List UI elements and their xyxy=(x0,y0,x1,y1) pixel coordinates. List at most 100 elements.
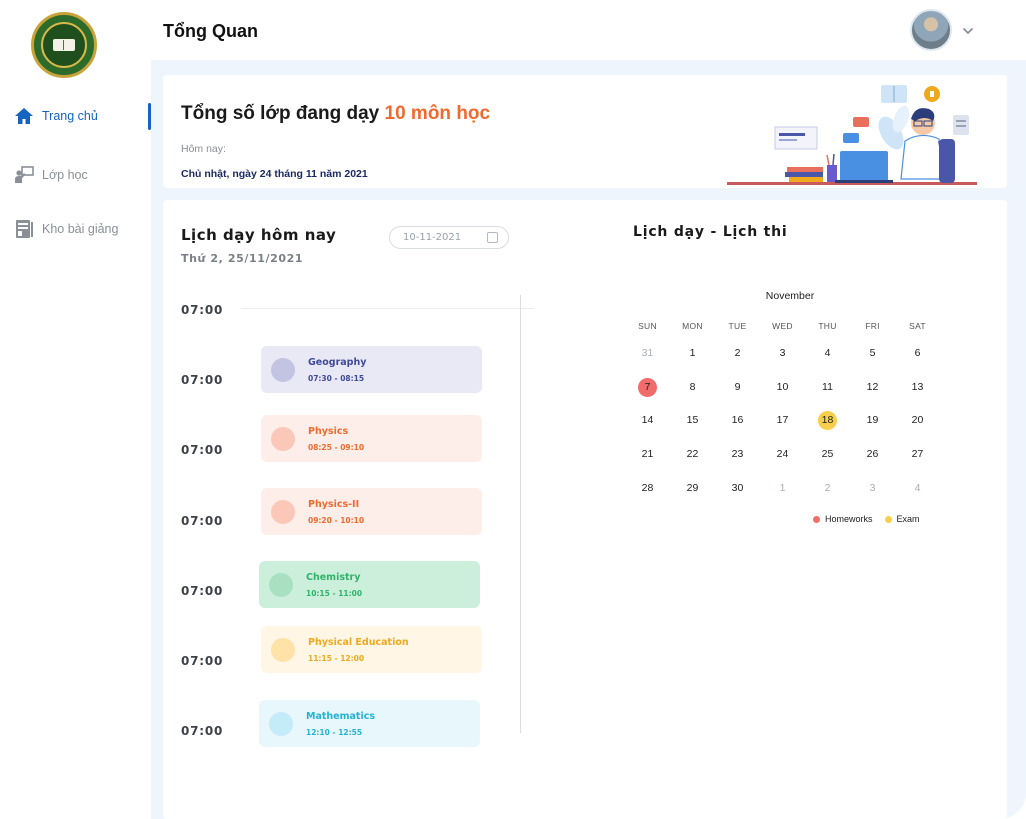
calendar-day[interactable]: 22 xyxy=(670,444,715,464)
calendar-day-number: 18 xyxy=(818,411,837,431)
schedule-event[interactable]: Physical Education 11:15 - 12:00 xyxy=(261,626,482,673)
calendar-day[interactable]: 16 xyxy=(715,410,760,430)
calendar-day-number: 11 xyxy=(822,380,833,393)
event-time: 10:15 - 11:00 xyxy=(306,589,363,598)
page-title: Tổng Quan xyxy=(163,21,258,41)
calendar-day[interactable]: 20 xyxy=(895,410,940,430)
calendar-day[interactable]: 23 xyxy=(715,444,760,464)
date-picker[interactable]: 10-11-2021 xyxy=(389,226,509,249)
time-label: 07:00 xyxy=(181,654,224,668)
calendar-day[interactable]: 7 xyxy=(625,377,670,397)
calendar-day[interactable]: 24 xyxy=(760,444,805,464)
calendar-day-number: 1 xyxy=(779,481,786,494)
calendar-day-number: 26 xyxy=(866,448,879,461)
calendar-weekday: SAT xyxy=(909,321,926,331)
calendar-day[interactable]: 13 xyxy=(895,377,940,397)
calendar-day[interactable]: 12 xyxy=(850,377,895,397)
classroom-icon xyxy=(15,166,34,183)
time-label: 07:00 xyxy=(181,584,224,598)
timeline-separator xyxy=(520,295,521,733)
time-label: 07:00 xyxy=(181,724,224,738)
calendar-day[interactable]: 6 xyxy=(895,343,940,363)
calendar-weekday: THU xyxy=(818,321,837,331)
calendar-day[interactable]: 9 xyxy=(715,377,760,397)
calendar-day-number: 4 xyxy=(824,347,831,359)
schedule-event[interactable]: Physics 08:25 - 09:10 xyxy=(261,415,482,462)
event-dot xyxy=(269,573,293,597)
active-nav-indicator xyxy=(148,103,151,130)
calendar-day[interactable]: 4 xyxy=(895,478,940,498)
calendar-day[interactable]: 4 xyxy=(805,343,850,363)
school-logo-emblem xyxy=(41,22,87,68)
calendar-day[interactable]: 25 xyxy=(805,444,850,464)
event-name: Mathematics xyxy=(306,711,376,722)
schedule-event[interactable]: Geography 07:30 - 08:15 xyxy=(261,346,482,393)
chevron-down-icon[interactable] xyxy=(961,24,975,38)
calendar-day[interactable]: 1 xyxy=(760,478,805,498)
calendar-day[interactable]: 21 xyxy=(625,444,670,464)
calendar-day-number: 21 xyxy=(641,448,654,461)
calendar-day-number: 15 xyxy=(686,414,699,427)
calendar-day[interactable]: 31 xyxy=(625,343,670,363)
home-icon xyxy=(15,108,33,124)
calendar-day[interactable]: 30 xyxy=(715,478,760,498)
event-time: 09:20 - 10:10 xyxy=(308,516,365,525)
sidebar-item-classes[interactable]: Lớp học xyxy=(14,165,88,185)
calendar-day[interactable]: 5 xyxy=(850,343,895,363)
calendar-day-number: 27 xyxy=(911,448,924,461)
lecture-library-icon xyxy=(16,220,33,238)
calendar-day[interactable]: 8 xyxy=(670,377,715,397)
calendar-day-number: 3 xyxy=(779,347,786,359)
calendar-day[interactable]: 2 xyxy=(715,343,760,363)
calendar-day[interactable]: 10 xyxy=(760,377,805,397)
calendar-title: Lịch dạy - Lịch thi xyxy=(633,224,788,240)
timeline-divider xyxy=(241,308,534,309)
date-picker-value: 10-11-2021 xyxy=(403,232,462,243)
summary-banner: Tổng số lớp đang dạy 10 môn học Hôm nay:… xyxy=(163,75,1007,188)
calendar-day-number: 24 xyxy=(776,448,789,461)
sidebar-item-label: Lớp học xyxy=(42,168,88,182)
event-name: Physics xyxy=(308,426,349,437)
calendar-day-number: 19 xyxy=(866,414,879,427)
calendar-day[interactable]: 26 xyxy=(850,444,895,464)
sidebar: Trang chủ Lớp học Kho bài giảng xyxy=(0,0,151,819)
calendar-day-number: 8 xyxy=(689,380,696,393)
event-name: Physical Education xyxy=(308,637,409,648)
calendar-day[interactable]: 2 xyxy=(805,478,850,498)
calendar-day[interactable]: 1 xyxy=(670,343,715,363)
calendar-day[interactable]: 3 xyxy=(850,478,895,498)
schedule-event[interactable]: Mathematics 12:10 - 12:55 xyxy=(259,700,480,747)
calendar-day[interactable]: 17 xyxy=(760,410,805,430)
banner-heading: Tổng số lớp đang dạy 10 môn học xyxy=(181,103,490,125)
calendar-day[interactable]: 27 xyxy=(895,444,940,464)
event-dot xyxy=(271,638,295,662)
calendar-weekday: MON xyxy=(682,321,703,331)
user-avatar[interactable] xyxy=(910,9,952,51)
calendar-day[interactable]: 3 xyxy=(760,343,805,363)
event-name: Geography xyxy=(308,357,367,368)
top-bar: Tổng Quan xyxy=(151,0,1026,60)
sidebar-item-lecture-library[interactable]: Kho bài giảng xyxy=(14,219,118,239)
banner-highlight: 10 môn học xyxy=(384,103,491,124)
calendar-day[interactable]: 11 xyxy=(805,377,850,397)
calendar-day-number: 10 xyxy=(776,380,789,393)
today-label: Hôm nay: xyxy=(181,143,226,155)
schedule-title: Lịch dạy hôm nay xyxy=(181,226,337,244)
calendar-day[interactable]: 29 xyxy=(670,478,715,498)
calendar-day[interactable]: 15 xyxy=(670,410,715,430)
calendar-day-number: 13 xyxy=(911,380,924,393)
calendar-day[interactable]: 28 xyxy=(625,478,670,498)
schedule-event[interactable]: Chemistry 10:15 - 11:00 xyxy=(259,561,480,608)
event-dot xyxy=(271,427,295,451)
sidebar-item-home[interactable]: Trang chủ xyxy=(14,106,98,126)
calendar-day[interactable]: 19 xyxy=(850,410,895,430)
calendar-weekday: FRI xyxy=(865,321,880,331)
calendar-day-number: 2 xyxy=(734,347,741,359)
calendar-day[interactable]: 18 xyxy=(805,410,850,431)
calendar-day-number: 16 xyxy=(731,414,744,427)
schedule-event[interactable]: Physics-II 09:20 - 10:10 xyxy=(261,488,482,535)
calendar-weekday: SUN xyxy=(638,321,657,331)
sidebar-item-label: Trang chủ xyxy=(42,109,98,123)
event-name: Chemistry xyxy=(306,572,361,583)
calendar-day[interactable]: 14 xyxy=(625,410,670,430)
